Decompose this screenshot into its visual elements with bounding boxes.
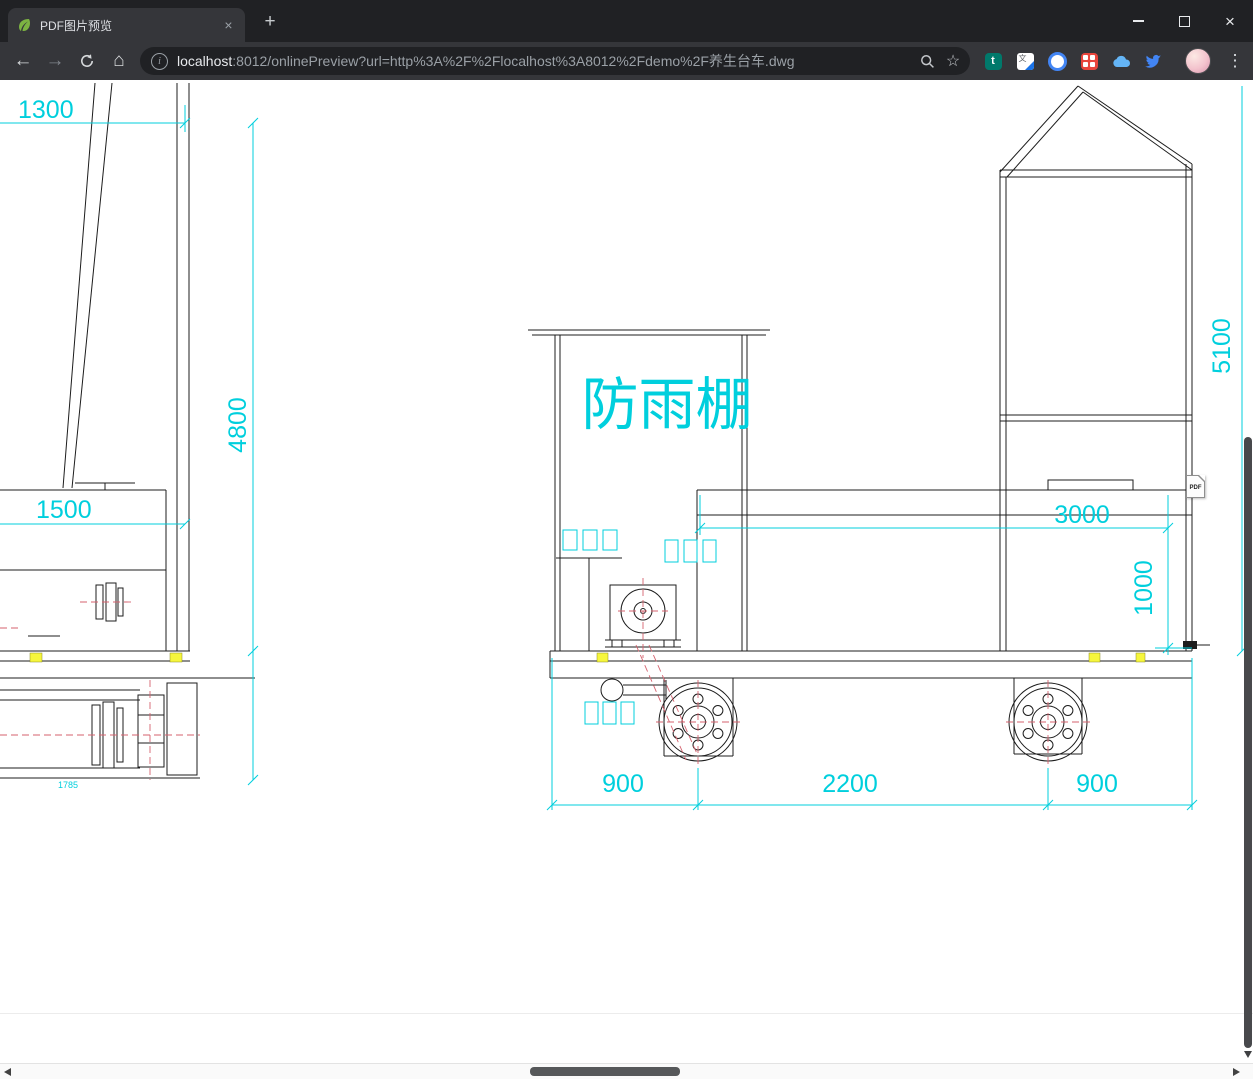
reload-icon xyxy=(81,54,93,67)
pdf-badge-label: PDF xyxy=(1189,485,1202,491)
tab-active[interactable]: PDF图片预览 × xyxy=(8,8,245,42)
magnifier-icon xyxy=(920,54,934,68)
tab-favicon-leaf-icon xyxy=(19,19,30,32)
red-grid-icon xyxy=(1080,52,1098,70)
tab-close-icon[interactable]: × xyxy=(220,17,237,34)
dim-1300: 1300 xyxy=(18,96,74,124)
ring-extension-button[interactable] xyxy=(1041,46,1073,76)
extension-teal-button[interactable]: t xyxy=(977,46,1009,76)
horizontal-scrollbar[interactable] xyxy=(0,1063,1253,1079)
page-boundary-line xyxy=(0,1013,1253,1014)
url-path: :8012/onlinePreview?url=http%3A%2F%2Floc… xyxy=(232,53,795,69)
horizontal-scrollbar-thumb[interactable] xyxy=(530,1067,680,1076)
dim-1500: 1500 xyxy=(36,496,92,524)
forward-button[interactable]: → xyxy=(40,46,70,76)
dim-5100: 5100 xyxy=(1208,318,1236,374)
url-host: localhost xyxy=(177,53,233,69)
home-icon: ⌂ xyxy=(113,50,125,71)
translate-icon: 文 xyxy=(1016,52,1034,70)
dim-1000: 1000 xyxy=(1130,560,1158,616)
vertical-scrollbar-thumb[interactable] xyxy=(1244,437,1252,1048)
forward-icon: → xyxy=(45,50,65,71)
maximize-icon xyxy=(1178,15,1190,27)
browser-titlebar: PDF图片预览 × + × xyxy=(0,0,1253,42)
url-text[interactable]: localhost:8012/onlinePreview?url=http%3A… xyxy=(177,51,918,71)
pdf-fold-corner xyxy=(1199,475,1205,481)
close-icon: × xyxy=(1225,11,1235,31)
back-button[interactable]: ← xyxy=(8,46,38,76)
reload-button[interactable] xyxy=(72,46,102,76)
extension-teal-icon: t xyxy=(984,52,1002,70)
dim-2200: 2200 xyxy=(822,770,878,798)
browser-menu-button[interactable]: ⋮ xyxy=(1220,46,1250,76)
cad-dimension-lines xyxy=(0,86,1248,811)
tab-title: PDF图片预览 xyxy=(40,18,113,33)
cad-drawing: 1300 4800 1500 1785 防雨棚 3000 1000 5100 9… xyxy=(0,82,1248,811)
new-tab-button[interactable]: + xyxy=(257,9,283,35)
extensions-row: t 文 xyxy=(977,42,1169,80)
dim-3000: 3000 xyxy=(1054,501,1110,529)
scroll-down-arrow-icon[interactable] xyxy=(1244,1051,1252,1058)
cloud-extension-button[interactable] xyxy=(1105,46,1137,76)
bird-extension-button[interactable] xyxy=(1137,46,1169,76)
dim-900-left: 900 xyxy=(602,770,644,798)
window-controls: × xyxy=(1115,0,1253,42)
window-close-button[interactable]: × xyxy=(1207,0,1253,42)
home-button[interactable]: ⌂ xyxy=(104,46,134,76)
rain-shelter-label: 防雨棚 xyxy=(582,373,753,437)
bird-icon xyxy=(1144,54,1161,68)
address-bar[interactable]: i localhost:8012/onlinePreview?url=http%… xyxy=(140,47,970,75)
red-extension-button[interactable] xyxy=(1073,46,1105,76)
scroll-left-arrow-icon[interactable] xyxy=(4,1067,11,1076)
bookmark-button[interactable]: ☆ xyxy=(944,52,962,70)
ring-icon xyxy=(1047,51,1067,71)
scroll-right-arrow-icon[interactable] xyxy=(1233,1067,1240,1076)
pdf-file-icon[interactable]: PDF xyxy=(1186,475,1205,498)
minimize-icon xyxy=(1132,20,1144,22)
window-minimize-button[interactable] xyxy=(1115,0,1161,42)
zoom-button[interactable] xyxy=(918,52,936,70)
window-maximize-button[interactable] xyxy=(1161,0,1207,42)
cloud-icon xyxy=(1112,55,1130,67)
dim-4800: 4800 xyxy=(224,397,252,453)
dim-900-right: 900 xyxy=(1076,770,1118,798)
dim-1785: 1785 xyxy=(58,780,78,790)
bookmark-star-icon: ☆ xyxy=(945,53,961,70)
back-icon: ← xyxy=(13,50,33,71)
profile-avatar[interactable] xyxy=(1185,48,1211,74)
browser-toolbar: ← → ⌂ i localhost:8012/onlinePreview?url… xyxy=(0,42,1253,80)
page-content: 1300 4800 1500 1785 防雨棚 3000 1000 5100 9… xyxy=(0,80,1253,1063)
site-info-icon[interactable]: i xyxy=(151,52,168,70)
translate-extension-button[interactable]: 文 xyxy=(1009,46,1041,76)
